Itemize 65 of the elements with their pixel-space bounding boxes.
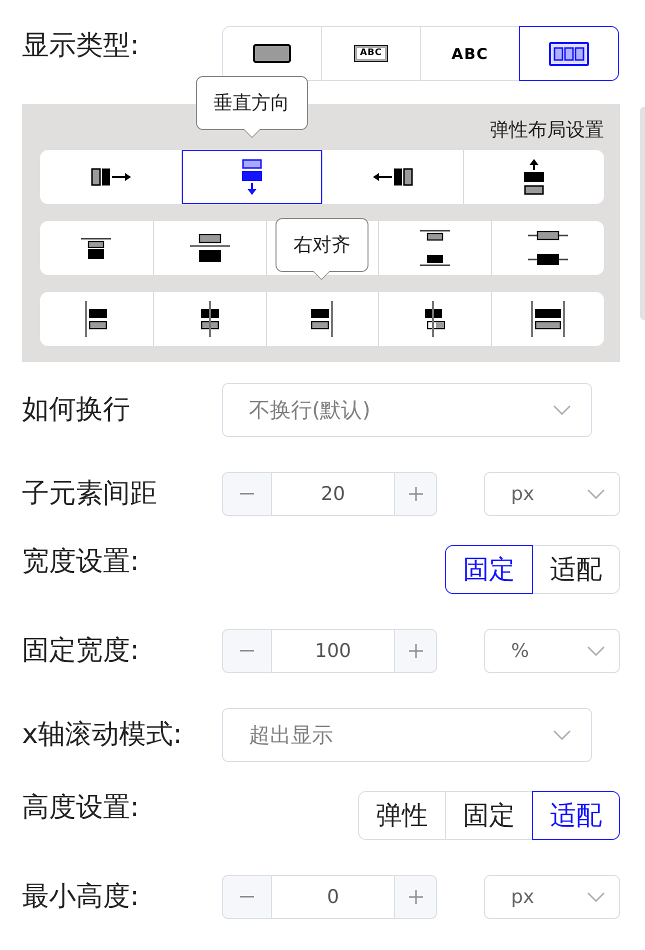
display-type-button[interactable]: ABC (321, 26, 421, 81)
plus-icon (408, 644, 422, 658)
dropdown-select[interactable]: 超出显示 (222, 708, 592, 762)
align-button[interactable] (152, 292, 266, 346)
segment-button[interactable]: 固定 (445, 791, 533, 840)
boxes-arrow-left-icon (373, 168, 413, 186)
align-button[interactable] (378, 292, 492, 346)
tooltip: 右对齐 (275, 218, 368, 280)
boxes-arrow-up-icon (524, 159, 544, 195)
direction-button[interactable] (40, 150, 181, 204)
space-between-icon (420, 230, 450, 266)
justify-button[interactable] (491, 221, 604, 275)
justify-button[interactable] (40, 221, 153, 275)
rectangle-icon (253, 44, 291, 63)
chevron-down-icon (553, 730, 571, 740)
chevron-down-icon (587, 892, 605, 902)
dropdown-select[interactable]: 不换行(默认) (222, 383, 592, 437)
plus-icon (408, 487, 422, 501)
segment-button[interactable]: 弹性 (358, 791, 446, 840)
segment-button[interactable]: 适配 (532, 791, 620, 840)
three-boxes-icon (549, 42, 589, 66)
chevron-down-icon (587, 489, 605, 499)
field-label: x轴滚动模式: (22, 718, 184, 752)
boxes-arrow-down-icon (242, 159, 262, 195)
field-label: 最小高度: (22, 880, 140, 914)
unit-select[interactable]: px (484, 875, 620, 919)
minus-icon (240, 650, 254, 652)
field-label: 显示类型: (22, 29, 140, 63)
chevron-down-icon (587, 646, 605, 656)
stretch-icon (531, 301, 566, 337)
align-middle-icon (190, 234, 230, 262)
minus-icon (240, 493, 254, 495)
scrollbar-thumb[interactable] (640, 107, 645, 320)
minus-icon (240, 896, 254, 898)
field-label: 子元素间距 (22, 477, 158, 511)
align-top-icon (81, 238, 112, 258)
segment-button[interactable]: 固定 (445, 545, 533, 594)
text-sample-chip: ABC (354, 45, 388, 62)
align-left-icon (85, 301, 108, 337)
plus-icon (408, 890, 422, 904)
boxes-arrow-right-icon (90, 168, 130, 186)
display-type-button[interactable] (519, 26, 619, 81)
chevron-down-icon (553, 405, 571, 415)
field-label: 如何换行 (22, 393, 131, 427)
unit-select[interactable]: px (484, 472, 620, 516)
justify-button[interactable] (152, 221, 266, 275)
segment-button[interactable]: 适配 (532, 545, 620, 594)
align-baseline-icon (425, 301, 446, 337)
space-around-icon (528, 231, 568, 265)
field-label: 高度设置: (22, 791, 140, 825)
align-button[interactable] (491, 292, 604, 346)
direction-button[interactable] (463, 150, 604, 204)
tooltip: 垂直方向 (196, 76, 308, 138)
panel-title: 弹性布局设置 (489, 118, 604, 143)
direction-button[interactable] (322, 150, 463, 204)
justify-button[interactable] (378, 221, 492, 275)
field-label: 固定宽度: (22, 634, 140, 668)
field-label: 宽度设置: (22, 545, 140, 579)
direction-button[interactable] (181, 150, 322, 204)
align-right-icon (311, 301, 334, 337)
align-button[interactable] (40, 292, 153, 346)
display-type-button[interactable]: ABC (420, 26, 520, 81)
unit-select[interactable]: % (484, 629, 620, 673)
align-button[interactable] (266, 292, 378, 346)
align-center-icon (200, 301, 219, 337)
